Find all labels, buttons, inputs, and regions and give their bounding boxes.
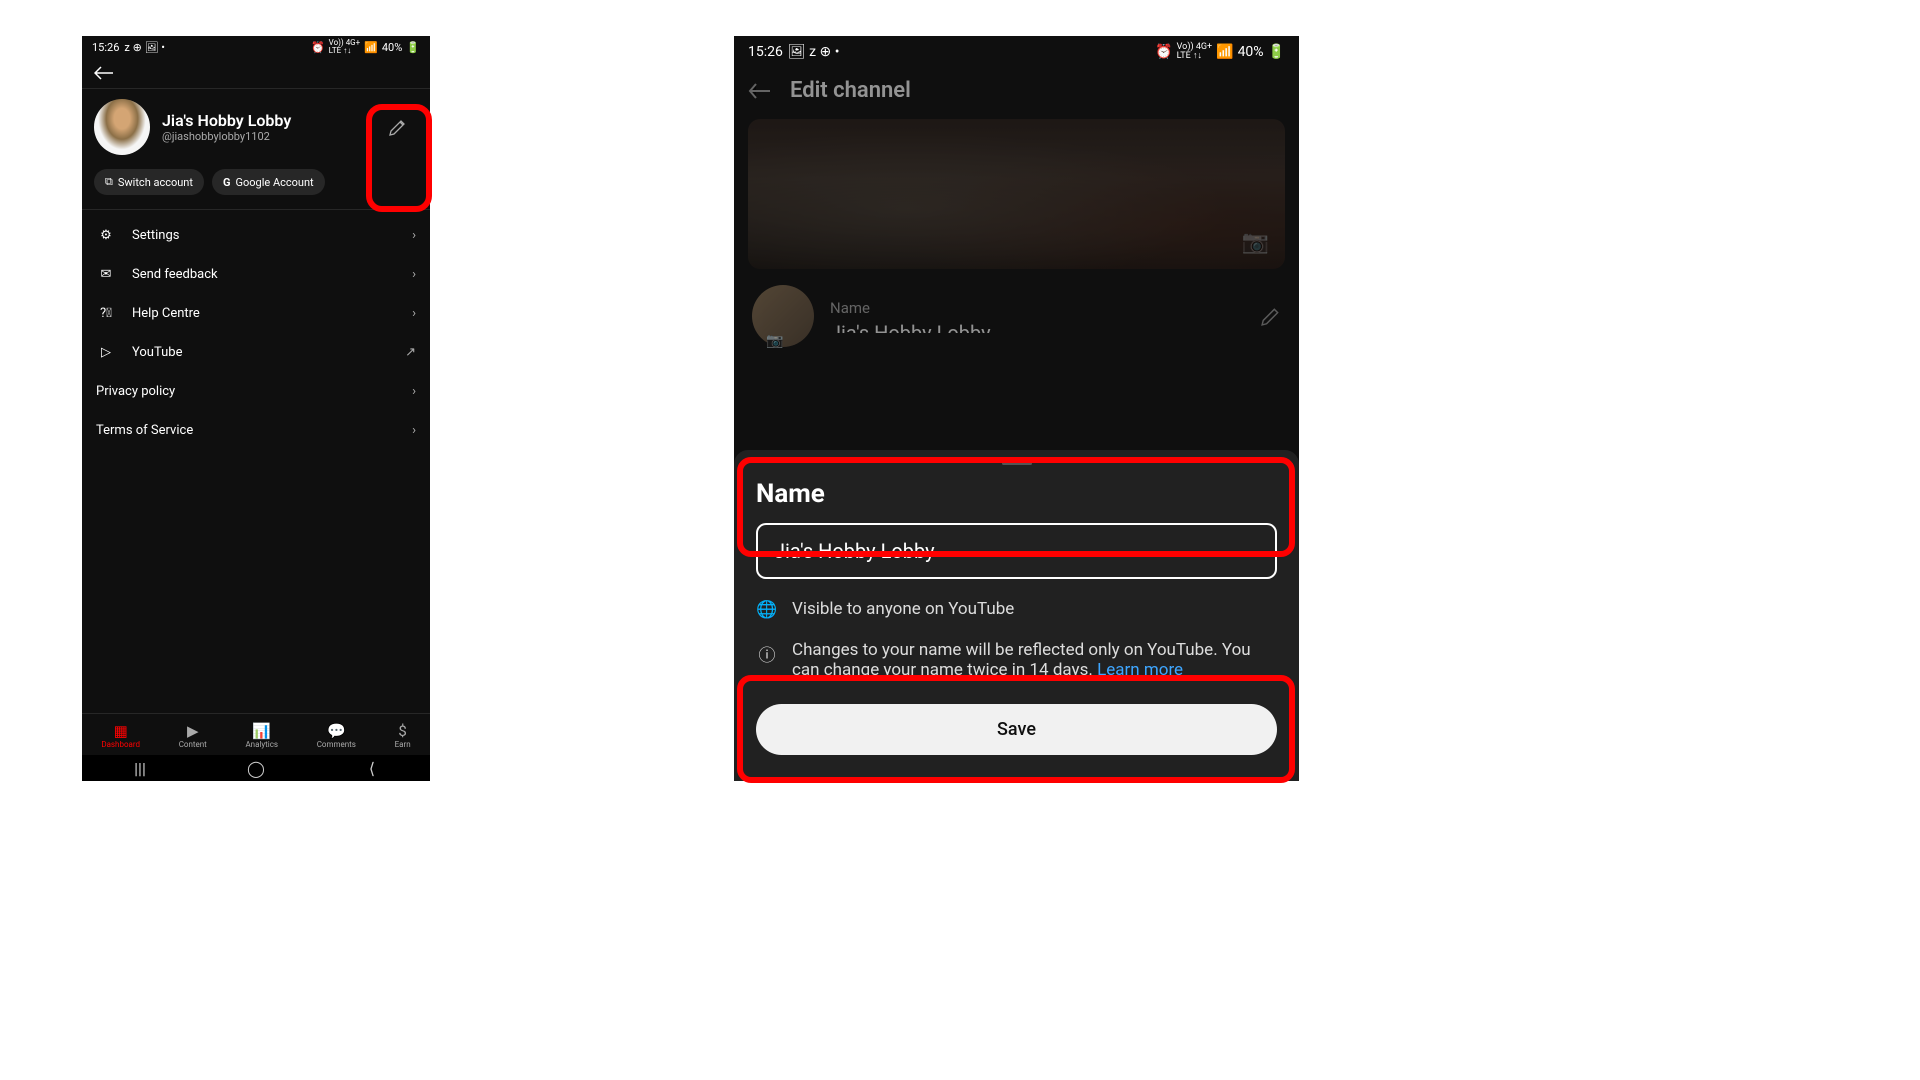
chevron-right-icon: › [412, 267, 416, 282]
gear-icon: ⚙ [96, 228, 116, 243]
status-time: 15:26 [748, 44, 783, 60]
name-field-label: Name [830, 299, 1245, 317]
chevron-right-icon: › [412, 306, 416, 321]
edit-channel-header: Edit channel [734, 68, 1299, 113]
channel-banner[interactable]: 📷 [748, 119, 1285, 269]
status-time: 15:26 [92, 41, 119, 54]
content-icon: ▶ [187, 722, 199, 738]
android-back[interactable]: ⟨ [347, 759, 397, 778]
annotation-highlight-edit [366, 104, 432, 212]
menu-youtube[interactable]: ▷ YouTube ↗ [82, 333, 430, 372]
back-arrow-icon[interactable] [748, 82, 772, 100]
menu-privacy[interactable]: Privacy policy › [82, 372, 430, 411]
name-field-value: Jia's Hobby Lobby [830, 321, 1245, 333]
change-note-text: Changes to your name will be reflected o… [792, 640, 1277, 680]
channel-name: Jia's Hobby Lobby [162, 111, 366, 130]
pencil-icon [1261, 306, 1281, 326]
annotation-highlight-save [737, 675, 1295, 783]
bottom-nav: ▦ Dashboard ▶ Content 📊 Analytics 💬 Comm… [82, 713, 430, 755]
menu-terms[interactable]: Terms of Service › [82, 411, 430, 450]
status-indicators: 🖼 z ⊕ • [788, 44, 840, 60]
alarm-icon: ⏰ [311, 41, 325, 54]
camera-icon: 📷 [766, 333, 783, 349]
earn-icon: $ [398, 722, 406, 738]
nav-comments[interactable]: 💬 Comments [317, 722, 356, 749]
external-link-icon: ↗ [405, 345, 416, 360]
google-icon: G [223, 176, 231, 189]
android-home[interactable]: ◯ [231, 759, 281, 778]
avatar[interactable]: 📷 [752, 285, 814, 347]
help-icon: ?⃝ [96, 306, 116, 321]
camera-icon: 📷 [1242, 230, 1269, 255]
status-bar: 15:26 🖼 z ⊕ • ⏰ Vo)) 4G+LTE ↑↓ 📶 40% 🔋 [734, 36, 1299, 68]
nav-content[interactable]: ▶ Content [179, 722, 207, 749]
google-account-chip[interactable]: G Google Account [212, 169, 325, 195]
visibility-text: Visible to anyone on YouTube [792, 599, 1014, 619]
chevron-right-icon: › [412, 384, 416, 399]
menu-feedback[interactable]: ✉ Send feedback › [82, 255, 430, 294]
status-bar: 15:26 z ⊕ 🖼 • ⏰ Vo)) 4G+LTE ↑↓ 📶 40% 🔋 [82, 36, 430, 58]
youtube-icon: ▷ [96, 345, 116, 360]
google-label: Google Account [236, 176, 314, 189]
battery-text: 40% [1238, 44, 1264, 60]
dashboard-icon: ▦ [114, 722, 128, 738]
globe-icon: 🌐 [756, 600, 778, 620]
annotation-highlight-input [737, 457, 1295, 557]
switch-account-chip[interactable]: ⧉ Switch account [94, 169, 204, 195]
android-recents[interactable]: ||| [115, 759, 165, 778]
info-icon: ⓘ [756, 641, 778, 666]
network-icon: Vo)) 4G+LTE ↑↓ [1177, 43, 1212, 61]
chevron-right-icon: › [412, 423, 416, 438]
switch-icon: ⧉ [105, 175, 113, 189]
android-nav-bar: ||| ◯ ⟨ [82, 755, 430, 781]
avatar[interactable] [94, 99, 150, 155]
menu-settings[interactable]: ⚙ Settings › [82, 216, 430, 255]
battery-text: 40% [382, 41, 402, 54]
nav-earn[interactable]: $ Earn [395, 722, 411, 749]
analytics-icon: 📊 [252, 722, 271, 738]
profile-name-row[interactable]: 📷 Name Jia's Hobby Lobby [734, 275, 1299, 357]
phone-screen-edit-channel: 15:26 🖼 z ⊕ • ⏰ Vo)) 4G+LTE ↑↓ 📶 40% 🔋 E… [734, 36, 1299, 781]
menu-help[interactable]: ?⃝ Help Centre › [82, 294, 430, 333]
mail-icon: ✉ [96, 267, 116, 282]
signal-icon: 📶 [364, 41, 378, 54]
battery-icon: 🔋 [1268, 44, 1285, 60]
visibility-info: 🌐 Visible to anyone on YouTube [756, 599, 1277, 620]
channel-handle: @jiashobbylobby1102 [162, 130, 366, 143]
menu-list: ⚙ Settings › ✉ Send feedback › ?⃝ Help C… [82, 210, 430, 450]
signal-icon: 📶 [1216, 44, 1233, 60]
network-icon: Vo)) 4G+LTE ↑↓ [329, 39, 361, 55]
back-button[interactable] [82, 58, 430, 88]
change-note-info: ⓘ Changes to your name will be reflected… [756, 640, 1277, 680]
comments-icon: 💬 [327, 722, 346, 738]
alarm-icon: ⏰ [1155, 44, 1172, 60]
page-title: Edit channel [790, 78, 911, 103]
nav-analytics[interactable]: 📊 Analytics [245, 722, 278, 749]
battery-icon: 🔋 [406, 41, 420, 54]
status-indicators: z ⊕ 🖼 • [124, 41, 165, 54]
chevron-right-icon: › [412, 228, 416, 243]
nav-dashboard[interactable]: ▦ Dashboard [101, 722, 140, 749]
switch-label: Switch account [118, 176, 193, 189]
